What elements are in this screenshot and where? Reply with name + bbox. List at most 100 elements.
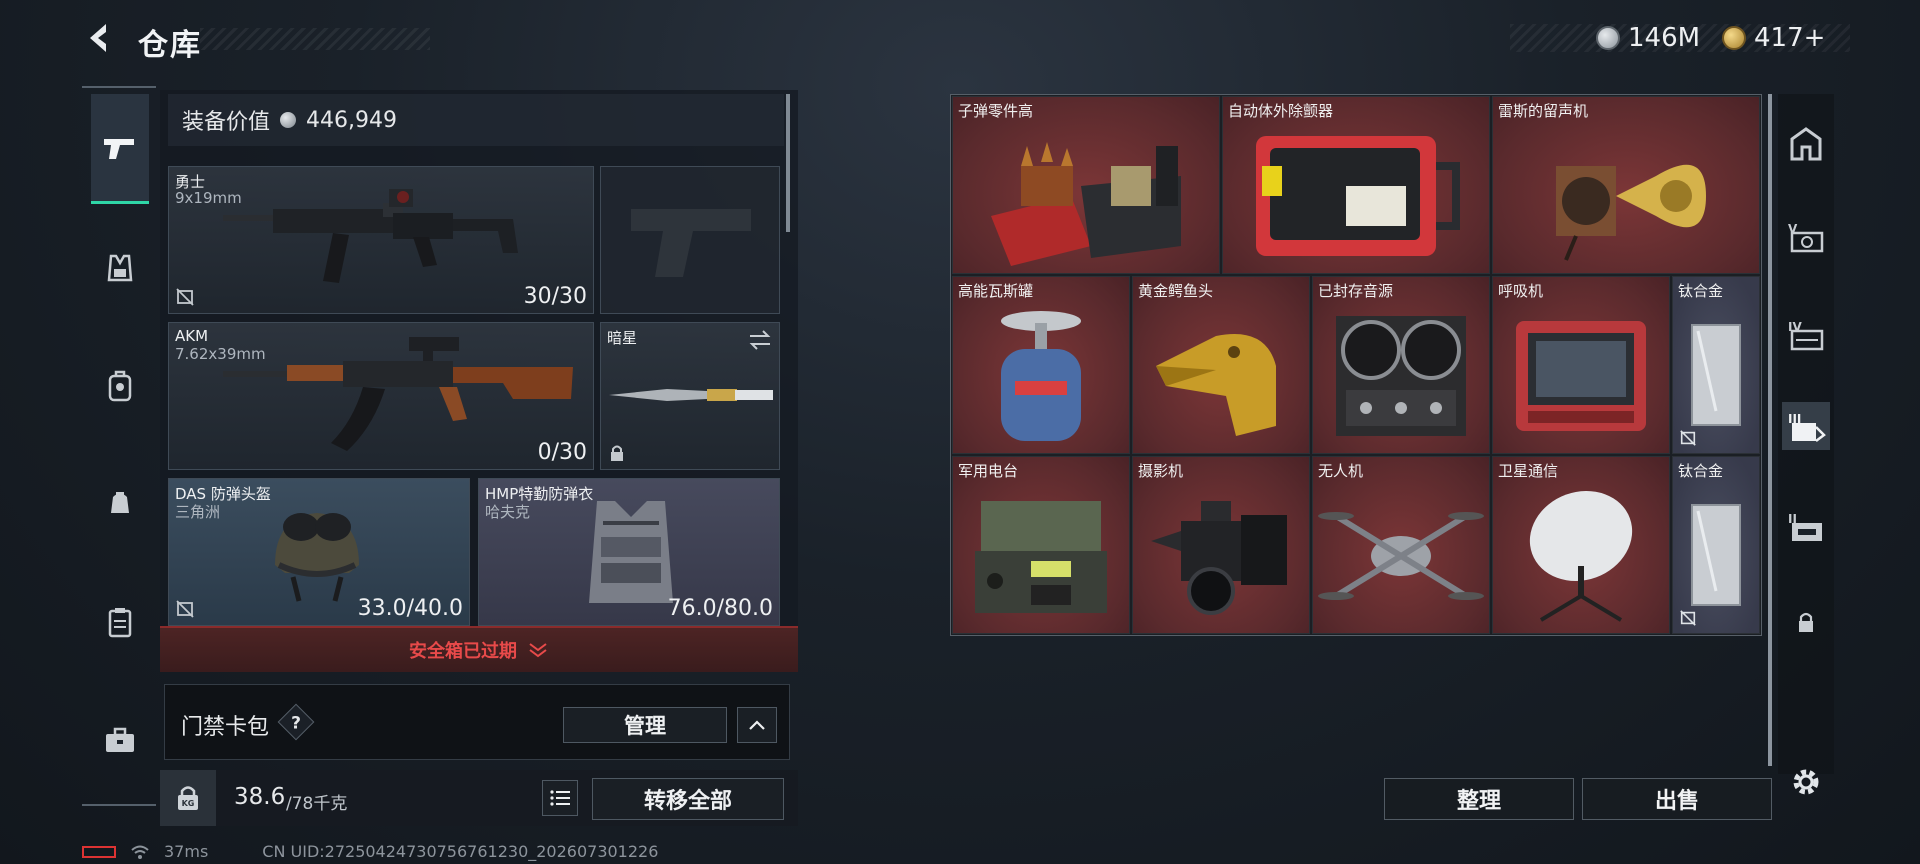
keycard-pack-row: 门禁卡包 ? 管理 — [164, 684, 790, 760]
storage-item-satellite-dish[interactable]: 卫星通信 — [1492, 456, 1670, 634]
iii-storage-icon: III — [1788, 412, 1826, 442]
toolbox-icon — [106, 727, 134, 752]
storage-tab-home[interactable] — [1782, 120, 1830, 168]
nav-pouch[interactable] — [92, 474, 148, 530]
lock-icon — [611, 445, 623, 461]
titanium-plate-icon — [1691, 323, 1741, 426]
storage-item-drone[interactable]: 无人机 — [1312, 456, 1490, 634]
pistol-slot-empty[interactable] — [600, 166, 780, 314]
page-title: 仓库 — [138, 28, 202, 63]
transfer-all-button[interactable]: 转移全部 — [592, 778, 784, 820]
reel-recorder-icon — [1336, 315, 1466, 436]
primary-ammo-count: 30/30 — [523, 284, 587, 309]
svg-text:KG: KG — [182, 799, 195, 808]
nav-backpack[interactable] — [92, 358, 148, 414]
keycard-label: 门禁卡包 — [181, 715, 270, 740]
silver-currency: 146M — [1596, 22, 1700, 54]
equip-value-label: 装备价值 — [182, 110, 271, 135]
uid-text: CN UID:27250424730756761230_202607301226 — [262, 842, 659, 861]
ping-value: 37ms — [164, 842, 209, 861]
not-insured-icon — [176, 600, 194, 618]
storage-tab-iii-active[interactable]: III — [1782, 402, 1830, 450]
lock-icon — [1799, 612, 1813, 632]
safebox-expired-text: 安全箱已过期 — [409, 641, 517, 662]
storage-tab-ii[interactable]: II — [1782, 502, 1830, 550]
gear-icon — [1793, 769, 1819, 795]
storage-item-ventilator[interactable]: 呼吸机 — [1492, 276, 1670, 454]
equipment-value-bar: 装备价值 446,949 — [168, 94, 784, 146]
battery-icon — [82, 845, 116, 858]
melee-name: 暗星 — [607, 329, 638, 347]
satellite-dish-icon — [1529, 490, 1633, 622]
storage-item-military-radio[interactable]: 军用电台 — [952, 456, 1130, 634]
settings-button[interactable] — [1782, 758, 1830, 806]
back-button[interactable] — [82, 20, 118, 56]
storage-tab-iv[interactable]: IV — [1782, 310, 1830, 358]
ii-storage-icon: II — [1788, 512, 1822, 541]
storage-tab-v[interactable]: V — [1782, 212, 1830, 260]
armor-slot[interactable]: HMP特勤防弹衣 哈夫克 76.0/80.0 — [478, 478, 780, 626]
primary-weapon-slot[interactable]: 勇士 9x19mm 30/30 — [168, 166, 594, 314]
safebox-expired-banner[interactable]: 安全箱已过期 — [160, 626, 798, 672]
help-icon[interactable]: ? — [277, 703, 315, 741]
pistol-placeholder-icon — [631, 209, 751, 277]
nav-bottom-divider — [82, 804, 156, 806]
nav-vest[interactable] — [92, 240, 148, 296]
storage-tab-locked[interactable] — [1782, 598, 1830, 646]
sell-button[interactable]: 出售 — [1582, 778, 1772, 820]
gold-crocodile-icon — [1156, 333, 1276, 436]
storage-item-gold-crocodile[interactable]: 黄金鳄鱼头 — [1132, 276, 1310, 454]
body-armor-icon — [589, 501, 673, 603]
pistol-icon — [104, 138, 134, 159]
camera-icon — [1151, 500, 1287, 615]
silver-coin-icon — [1596, 26, 1620, 50]
defibrillator-icon — [1256, 135, 1460, 256]
knife-icon — [609, 389, 773, 401]
manage-button[interactable]: 管理 — [563, 707, 727, 743]
storage-item-gas-canister[interactable]: 高能瓦斯罐 — [952, 276, 1130, 454]
weight-lock-icon: KG — [160, 770, 216, 826]
armor-durability: 76.0/80.0 — [667, 596, 773, 621]
helmet-slot[interactable]: DAS 防弹头盔 三角洲 33.0/40.0 — [168, 478, 470, 626]
not-insured-icon — [1680, 430, 1696, 446]
backpack-icon — [108, 370, 132, 402]
list-icon — [550, 790, 570, 806]
carry-weight-row: KG 38.6 /78千克 转移全部 — [160, 770, 798, 826]
storage-item-ammo-parts[interactable]: 子弹零件高 — [952, 96, 1220, 274]
home-icon — [1790, 127, 1822, 161]
loadout-scrollbar[interactable] — [786, 94, 790, 232]
chevron-up-icon — [749, 720, 765, 730]
equip-value-amount: 446,949 — [306, 107, 397, 133]
storage-item-reel-recorder[interactable]: 已封存音源 — [1312, 276, 1490, 454]
swap-icon[interactable] — [747, 329, 773, 351]
gold-amount: 417+ — [1754, 23, 1826, 53]
storage-scrollbar[interactable] — [1768, 94, 1772, 766]
gold-currency[interactable]: 417+ — [1722, 22, 1825, 54]
collapse-button[interactable] — [737, 707, 777, 743]
wifi-icon — [131, 845, 149, 859]
melee-slot[interactable]: 暗星 — [600, 322, 780, 470]
storage-item-titanium-2[interactable]: 钛合金 — [1672, 456, 1760, 634]
storage-item-gramophone[interactable]: 雷斯的留声机 — [1492, 96, 1760, 274]
secondary-weapon-slot[interactable]: AKM 7.62x39mm 0/30 — [168, 322, 594, 470]
gold-coin-icon — [1722, 26, 1746, 50]
double-chevron-down-icon — [529, 643, 547, 658]
gas-canister-icon — [1001, 310, 1081, 441]
back-arrow-icon — [90, 24, 106, 52]
vest-icon — [107, 254, 133, 282]
nav-toolbox[interactable] — [92, 712, 148, 768]
list-view-button[interactable] — [542, 780, 578, 816]
status-bar: 37ms CN UID:27250424730756761230_2026073… — [82, 842, 658, 861]
nav-case[interactable] — [92, 594, 148, 650]
helmet-maker: 三角洲 — [175, 503, 221, 521]
storage-item-defibrillator[interactable]: 自动体外除颤器 — [1222, 96, 1490, 274]
storage-item-camera[interactable]: 摄影机 — [1132, 456, 1310, 634]
military-radio-icon — [975, 500, 1107, 613]
storage-item-titanium-1[interactable]: 钛合金 — [1672, 276, 1760, 454]
secondary-ammo-count: 0/30 — [537, 440, 587, 465]
assault-rifle-icon — [223, 337, 573, 451]
ventilator-icon — [1516, 320, 1646, 431]
silver-amount: 146M — [1628, 23, 1701, 53]
nav-weapons[interactable] — [91, 94, 149, 204]
sort-button[interactable]: 整理 — [1384, 778, 1574, 820]
